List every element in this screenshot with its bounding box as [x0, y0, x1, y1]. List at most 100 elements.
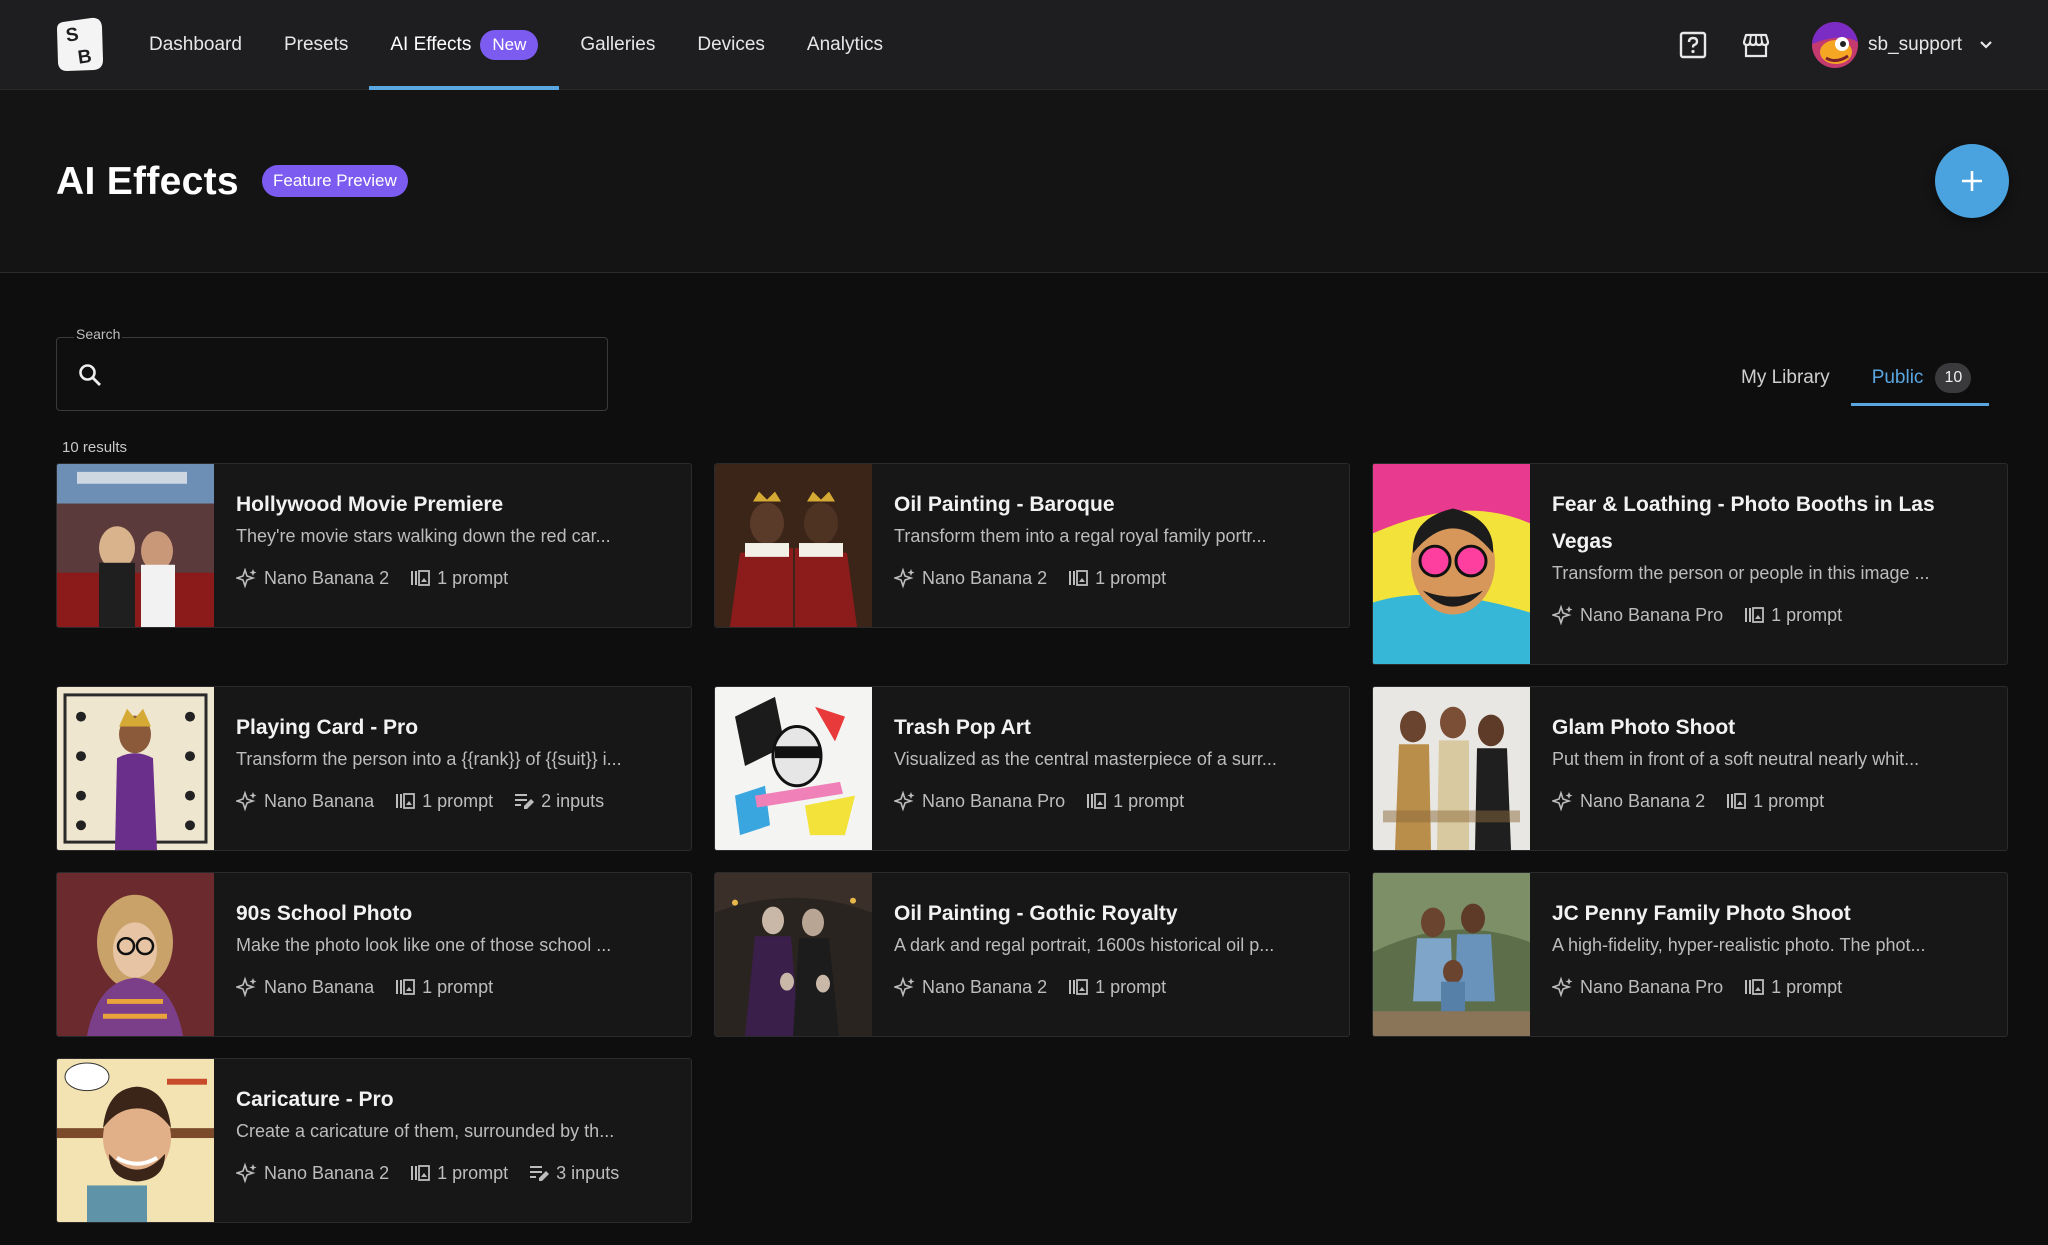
- prompt-icon: [1727, 793, 1747, 809]
- effect-card[interactable]: Oil Painting - Baroque Transform them in…: [714, 463, 1350, 628]
- feature-preview-badge: Feature Preview: [262, 165, 408, 197]
- effect-card[interactable]: Fear & Loathing - Photo Booths in Las Ve…: [1372, 463, 2008, 665]
- inputs-icon: [515, 794, 535, 809]
- model-name: Nano Banana 2: [922, 567, 1048, 588]
- prompt-icon: [1069, 570, 1089, 586]
- nav-devices[interactable]: Devices: [676, 0, 786, 90]
- effect-thumbnail: [715, 464, 872, 627]
- card-meta: Nano Banana 1 prompt: [236, 976, 673, 998]
- inputs-icon: [530, 1166, 550, 1181]
- nav-analytics[interactable]: Analytics: [786, 0, 904, 90]
- svg-text:B: B: [77, 46, 94, 69]
- tab-my-library[interactable]: My Library: [1720, 350, 1851, 406]
- effect-thumbnail: [57, 464, 214, 627]
- effect-card[interactable]: Glam Photo Shoot Put them in front of a …: [1372, 686, 2008, 851]
- top-navigation-bar: S B Dashboard Presets AI Effects New Gall…: [0, 0, 2048, 90]
- model-name: Nano Banana Pro: [922, 790, 1066, 811]
- prompt-icon: [1087, 793, 1107, 809]
- prompt-count: 1 prompt: [1771, 976, 1843, 997]
- sparkle-icon: [894, 790, 915, 812]
- library-tabs: My Library Public 10: [1720, 350, 1990, 406]
- card-title: Oil Painting - Gothic Royalty: [894, 902, 1178, 925]
- prompt-count: 1 prompt: [422, 790, 494, 811]
- card-meta: Nano Banana 2 1 prompt: [894, 567, 1331, 589]
- prompt-icon: [411, 570, 431, 586]
- card-description: A high-fidelity, hyper-realistic photo. …: [1552, 935, 1926, 955]
- chevron-down-icon: [1980, 41, 1992, 49]
- nav-presets[interactable]: Presets: [263, 0, 369, 90]
- help-icon[interactable]: [1678, 30, 1708, 60]
- prompt-count: 1 prompt: [1771, 604, 1843, 625]
- card-description: Transform the person or people in this i…: [1552, 563, 1930, 583]
- effect-thumbnail: [1373, 687, 1530, 850]
- tab-public[interactable]: Public 10: [1850, 350, 1990, 406]
- model-name: Nano Banana 2: [1580, 790, 1706, 811]
- tab-public-label: Public: [1871, 367, 1924, 388]
- plus-icon: [1962, 171, 1982, 191]
- nav-presets-label: Presets: [283, 34, 349, 55]
- nav-dashboard-label: Dashboard: [149, 34, 242, 55]
- effect-card[interactable]: 90s School Photo Make the photo look lik…: [56, 872, 692, 1037]
- public-count-badge: 10: [1935, 363, 1972, 393]
- page-title: AI Effects: [56, 160, 239, 203]
- card-meta: Nano Banana 2 1 prompt: [236, 567, 673, 589]
- card-meta: Nano Banana 2 1 prompt: [894, 976, 1331, 998]
- input-count: 2 inputs: [541, 790, 605, 811]
- nav-ai-effects[interactable]: AI Effects New: [369, 0, 560, 90]
- input-count: 3 inputs: [556, 1162, 620, 1183]
- sparkle-icon: [894, 567, 915, 589]
- effect-thumbnail: [57, 873, 214, 1036]
- app-logo[interactable]: S B: [55, 16, 105, 72]
- card-title: Oil Painting - Baroque: [894, 493, 1115, 516]
- sparkle-icon: [236, 1162, 257, 1184]
- user-menu[interactable]: sb_support: [1812, 20, 1996, 70]
- effect-card[interactable]: Trash Pop Art Visualized as the central …: [714, 686, 1350, 851]
- card-title: 90s School Photo: [236, 902, 413, 925]
- card-description: Visualized as the central masterpiece of…: [894, 749, 1277, 769]
- search-field[interactable]: [56, 337, 608, 411]
- results-count: 10 results: [62, 439, 128, 456]
- store-icon[interactable]: [1741, 30, 1771, 60]
- prompt-icon: [411, 1165, 431, 1181]
- sparkle-icon: [236, 790, 257, 812]
- card-title: Trash Pop Art: [894, 716, 1031, 739]
- card-title: Hollywood Movie Premiere: [236, 493, 504, 516]
- model-name: Nano Banana 2: [922, 976, 1048, 997]
- search-icon: [79, 364, 101, 386]
- prompt-count: 1 prompt: [437, 567, 509, 588]
- nav-galleries[interactable]: Galleries: [559, 0, 676, 90]
- page-header: AI Effects Feature Preview: [0, 90, 2048, 273]
- effect-card[interactable]: Playing Card - Pro Transform the person …: [56, 686, 692, 851]
- search-input[interactable]: [117, 354, 587, 394]
- add-effect-button[interactable]: [1935, 144, 2009, 218]
- card-title: Caricature - Pro: [236, 1088, 394, 1111]
- card-description: Put them in front of a soft neutral near…: [1552, 749, 1920, 769]
- effect-thumbnail: [57, 687, 214, 850]
- prompt-count: 1 prompt: [1095, 567, 1167, 588]
- effect-thumbnail: [57, 1059, 214, 1222]
- effect-card[interactable]: Caricature - Pro Create a caricature of …: [56, 1058, 692, 1223]
- card-meta: Nano Banana Pro 1 prompt: [894, 790, 1331, 812]
- prompt-count: 1 prompt: [1753, 790, 1825, 811]
- card-meta: Nano Banana Pro 1 prompt: [1552, 976, 1989, 998]
- prompt-count: 1 prompt: [422, 976, 494, 997]
- search-label: Search: [74, 326, 123, 342]
- new-badge: New: [480, 30, 539, 60]
- effect-card[interactable]: Oil Painting - Gothic Royalty A dark and…: [714, 872, 1350, 1037]
- nav-ai-effects-label: AI Effects: [390, 34, 472, 55]
- card-description: A dark and regal portrait, 1600s histori…: [894, 935, 1275, 955]
- prompt-count: 1 prompt: [437, 1162, 509, 1183]
- prompt-icon: [1745, 979, 1765, 995]
- model-name: Nano Banana: [264, 790, 375, 811]
- nav-dashboard[interactable]: Dashboard: [128, 0, 263, 90]
- prompt-icon: [396, 979, 415, 995]
- effect-card[interactable]: Hollywood Movie Premiere They're movie s…: [56, 463, 692, 628]
- model-name: Nano Banana Pro: [1580, 604, 1724, 625]
- nav-galleries-label: Galleries: [580, 34, 656, 55]
- main-nav: Dashboard Presets AI Effects New Gallerie…: [128, 0, 904, 90]
- prompt-icon: [396, 793, 415, 809]
- sparkle-icon: [236, 567, 257, 589]
- sparkle-icon: [1552, 604, 1573, 626]
- effect-thumbnail: [715, 873, 872, 1036]
- effect-card[interactable]: JC Penny Family Photo Shoot A high-fidel…: [1372, 872, 2008, 1037]
